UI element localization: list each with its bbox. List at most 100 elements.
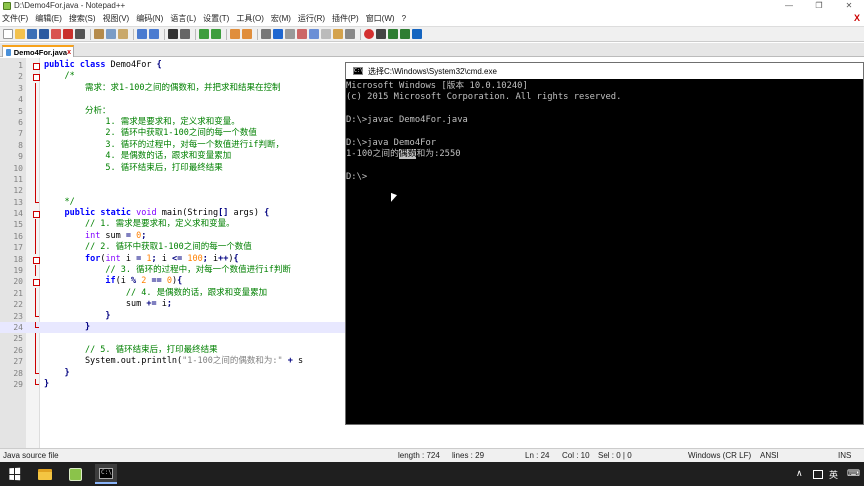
menu-view[interactable]: 视图(V): [103, 13, 130, 24]
console-prompt: D:\>: [346, 172, 368, 183]
close-document-button[interactable]: X: [854, 13, 860, 23]
menu-run[interactable]: 运行(R): [298, 13, 325, 24]
indent-guide-icon[interactable]: [285, 29, 295, 39]
undo-icon[interactable]: [137, 29, 147, 39]
line-number: 23: [13, 311, 23, 321]
fold-line: [33, 94, 39, 106]
saved-file-icon: [6, 48, 11, 56]
word-wrap-icon[interactable]: [261, 29, 271, 39]
menu-window[interactable]: 窗口(W): [366, 13, 395, 24]
code-text: 2. 循环中获取1-100之间的每一个数值: [44, 128, 257, 139]
console-line: D:\>javac Demo4For.java: [346, 115, 468, 126]
status-eol[interactable]: Windows (CR LF): [688, 451, 751, 460]
redo-icon[interactable]: [149, 29, 159, 39]
cmd-window[interactable]: C:\ 选择C:\Windows\System32\cmd.exe Micros…: [345, 62, 864, 425]
close-file-icon[interactable]: [51, 29, 61, 39]
sync-horizontal-icon[interactable]: [242, 29, 252, 39]
ime-language-indicator[interactable]: 英: [829, 468, 838, 481]
menu-language[interactable]: 语言(L): [170, 13, 196, 24]
fold-toggle-icon[interactable]: [33, 208, 40, 219]
status-insert-mode: INS: [838, 451, 852, 460]
tab-bar: Demo4For.java x: [0, 43, 864, 57]
fold-toggle-icon[interactable]: [33, 71, 40, 82]
code-text: sum += i;: [44, 299, 172, 310]
fold-line: [33, 116, 39, 129]
cut-icon[interactable]: [94, 29, 104, 39]
save-icon[interactable]: [27, 29, 37, 39]
copy-icon[interactable]: [106, 29, 116, 39]
windows-logo-icon: [9, 467, 21, 481]
run-macro-multiple-icon[interactable]: [400, 29, 410, 39]
code-text: // 2. 循环中获取1-100之间的每一个数值: [84, 242, 252, 253]
function-list-icon[interactable]: [321, 29, 331, 39]
save-macro-icon[interactable]: [412, 29, 422, 39]
menu-help[interactable]: ?: [402, 14, 406, 23]
close-button[interactable]: ✕: [834, 0, 864, 12]
line-number: 2: [18, 72, 23, 82]
tab-close-icon[interactable]: x: [67, 49, 71, 56]
replace-icon[interactable]: [180, 29, 190, 39]
code-text: 5. 循环结束后，打印最终结果: [44, 162, 223, 173]
tab-demo4for[interactable]: Demo4For.java x: [2, 45, 74, 57]
save-all-icon[interactable]: [39, 29, 49, 39]
taskbar-cmd[interactable]: C:\: [95, 464, 117, 484]
stop-macro-icon[interactable]: [376, 29, 386, 39]
menu-tools[interactable]: 工具(O): [236, 13, 264, 24]
menu-encoding[interactable]: 编码(N): [136, 13, 163, 24]
open-file-icon[interactable]: [15, 29, 25, 39]
menu-macro[interactable]: 宏(M): [271, 13, 291, 24]
line-number: 1: [18, 61, 23, 70]
record-macro-icon[interactable]: [364, 29, 374, 39]
file-explorer-icon: [38, 468, 52, 480]
line-number: 28: [13, 368, 23, 378]
fold-toggle-icon[interactable]: [33, 276, 40, 287]
show-all-chars-icon[interactable]: [273, 29, 283, 39]
udl-icon[interactable]: [297, 29, 307, 39]
folder-workspace-icon[interactable]: [333, 29, 343, 39]
fold-line: [33, 185, 39, 198]
find-icon[interactable]: [168, 29, 178, 39]
zoom-out-icon[interactable]: [211, 29, 221, 39]
status-encoding[interactable]: ANSI: [760, 451, 779, 460]
cmd-console[interactable]: Microsoft Windows [版本 10.0.10240] (c) 20…: [346, 81, 863, 425]
menu-file[interactable]: 文件(F): [2, 13, 28, 24]
keyboard-icon[interactable]: ⌨: [847, 468, 860, 479]
minimize-button[interactable]: —: [774, 0, 804, 12]
taskbar-explorer[interactable]: [34, 464, 56, 484]
code-text: public static void main(String[] args) {: [64, 208, 270, 219]
cmd-title-bar[interactable]: C:\ 选择C:\Windows\System32\cmd.exe: [346, 63, 863, 79]
print-icon[interactable]: [75, 29, 85, 39]
menu-settings[interactable]: 设置(T): [203, 13, 229, 24]
fold-line: [33, 105, 39, 118]
start-button[interactable]: [4, 464, 26, 484]
code-text: // 5. 循环结束后，打印最终结果: [84, 344, 218, 355]
cmd-icon: C:\: [353, 67, 364, 75]
line-number: 18: [13, 254, 23, 264]
doc-map-icon[interactable]: [309, 29, 319, 39]
status-bar: Java source file length : 724 lines : 29…: [0, 448, 864, 462]
menu-edit[interactable]: 编辑(E): [35, 13, 62, 24]
close-all-icon[interactable]: [63, 29, 73, 39]
sync-vertical-icon[interactable]: [230, 29, 240, 39]
zoom-in-icon[interactable]: [199, 29, 209, 39]
toolbar-separator: [133, 28, 134, 40]
fold-line: [33, 378, 39, 390]
network-icon[interactable]: [813, 470, 823, 479]
play-macro-icon[interactable]: [388, 29, 398, 39]
menu-plugins[interactable]: 插件(P): [332, 13, 359, 24]
new-file-icon[interactable]: [3, 29, 13, 39]
tab-label: Demo4For.java: [13, 47, 68, 57]
menu-search[interactable]: 搜索(S): [69, 13, 96, 24]
monitoring-icon[interactable]: [345, 29, 355, 39]
show-hidden-icons-icon[interactable]: ∧: [796, 468, 803, 479]
title-bar[interactable]: D:\Demo4For.java - Notepad++ — ❐ ✕: [0, 0, 864, 12]
fold-toggle-icon[interactable]: [33, 254, 40, 265]
fold-line: [33, 230, 39, 243]
taskbar-notepadpp[interactable]: [64, 464, 86, 484]
paste-icon[interactable]: [118, 29, 128, 39]
line-number: 14: [13, 209, 23, 219]
fold-toggle-icon[interactable]: [33, 60, 40, 71]
maximize-button[interactable]: ❐: [804, 0, 834, 12]
fold-line: [33, 196, 39, 208]
